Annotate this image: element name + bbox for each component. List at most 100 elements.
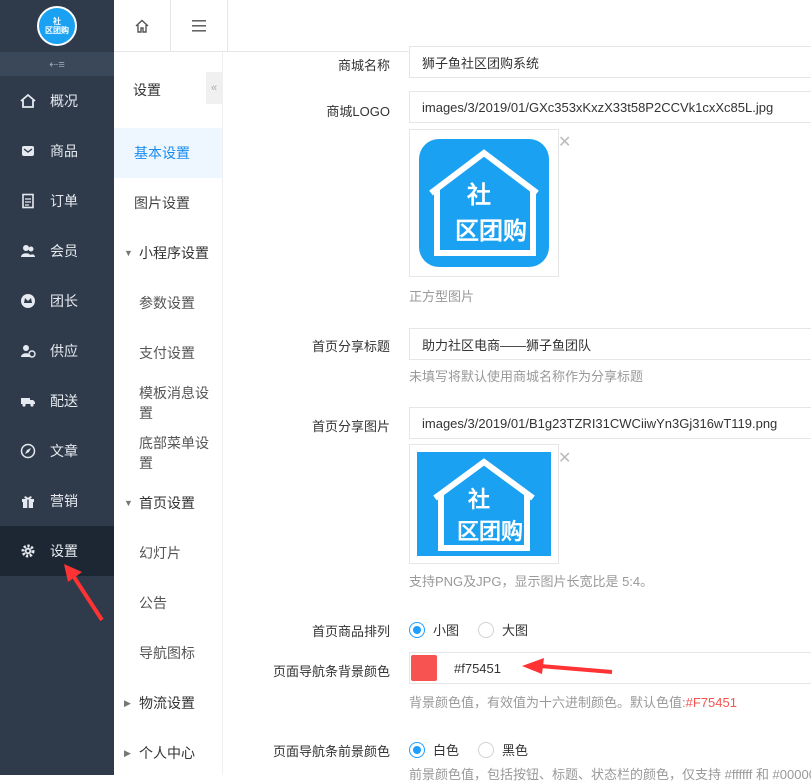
sidebar-item-label: 订单 xyxy=(50,193,78,209)
nav-fg-black-radio[interactable]: 黑色 xyxy=(478,740,528,759)
top-bar xyxy=(114,0,811,52)
goods-icon xyxy=(20,143,36,159)
sidebar-item-8[interactable]: 营销 xyxy=(0,476,114,526)
radio-checked-icon xyxy=(409,621,425,638)
sidebar-item-2[interactable]: 订单 xyxy=(0,176,114,226)
submenu-group-miniprogram[interactable]: ▼ 小程序设置 xyxy=(114,228,222,278)
nav-bg-color-swatch[interactable] xyxy=(411,655,437,681)
share-image-remove-icon[interactable]: ✕ xyxy=(558,448,571,468)
sidebar-item-label: 团长 xyxy=(50,293,78,309)
radio-unchecked-icon xyxy=(478,741,494,758)
submenu-fold-button[interactable]: « xyxy=(206,72,222,104)
submenu-group-personal[interactable]: ▶ 个人中心 xyxy=(114,728,222,778)
goods-layout-label: 首页商品排列 xyxy=(311,624,390,639)
logo-text-2: 区团购 xyxy=(45,26,69,35)
sidebar-item-3[interactable]: 会员 xyxy=(0,226,114,276)
nav-fg-white-radio[interactable]: 白色 xyxy=(409,740,459,759)
sidebar-item-1[interactable]: 商品 xyxy=(0,126,114,176)
share-title-help: 未填写将默认使用商城名称作为分享标题 xyxy=(409,369,644,384)
sidebar-nav: 概况商品订单会员团长供应配送文章营销设置 xyxy=(0,76,114,576)
home-button[interactable] xyxy=(114,0,171,52)
caret-down-icon: ▼ xyxy=(124,498,133,508)
share-title-input[interactable]: 助力社区电商——狮子鱼团队 xyxy=(409,328,811,360)
supplier-icon xyxy=(20,343,36,359)
settings-submenu: 设置 « 基本设置 图片设置 ▼ 小程序设置 参数设置 支付设置 模板消息设置 底… xyxy=(114,52,223,775)
hamburger-icon xyxy=(192,20,206,32)
shop-name-label: 商城名称 xyxy=(337,58,390,73)
sidebar-item-label: 设置 xyxy=(50,543,78,559)
home-icon xyxy=(135,19,149,33)
sidebar-item-0[interactable]: 概况 xyxy=(0,76,114,126)
sidebar-item-4[interactable]: 团长 xyxy=(0,276,114,326)
share-image-help: 支持PNG及JPG，显示图片长宽比是 5:4。 xyxy=(409,574,654,589)
main-sidebar: 社 区团购 ⇠≡ 概况商品订单会员团长供应配送文章营销设置 xyxy=(0,0,114,775)
nav-bg-color-help: 背景颜色值，有效值为十六进制颜色。默认色值:#F75451 xyxy=(409,695,737,710)
submenu-item-template-msg[interactable]: 模板消息设置 xyxy=(114,378,222,428)
collapse-icon: ⇠≡ xyxy=(49,58,65,71)
submenu-group-home[interactable]: ▼ 首页设置 xyxy=(114,478,222,528)
caret-right-icon: ▶ xyxy=(124,747,131,758)
share-image-text-1: 社 xyxy=(468,487,490,513)
submenu-title: 设置 « xyxy=(114,52,222,128)
order-icon xyxy=(20,193,36,209)
gift-icon xyxy=(20,493,36,509)
sidebar-item-label: 供应 xyxy=(50,343,78,359)
submenu-group-logistics[interactable]: ▶ 物流设置 xyxy=(114,678,222,728)
truck-icon xyxy=(20,393,36,409)
home-icon xyxy=(20,93,36,109)
share-image-preview: 社 区团购 xyxy=(409,444,559,564)
logo-image-text-1: 社 xyxy=(467,181,491,209)
menu-toggle-button[interactable] xyxy=(171,0,228,52)
crown-icon xyxy=(20,293,36,309)
sidebar-item-label: 商品 xyxy=(50,143,78,159)
app-logo[interactable]: 社 区团购 xyxy=(37,6,77,46)
submenu-item-picture[interactable]: 图片设置 xyxy=(114,178,222,228)
radio-checked-icon xyxy=(409,741,425,758)
share-image: 社 区团购 xyxy=(417,452,551,556)
nav-bg-color-label: 页面导航条背景颜色 xyxy=(272,664,390,679)
sidebar-item-label: 概况 xyxy=(50,93,78,109)
logo-image-text-2: 区团购 xyxy=(455,217,527,245)
logo-label: 商城LOGO xyxy=(326,104,390,119)
submenu-item-slides[interactable]: 幻灯片 xyxy=(114,528,222,578)
submenu-item-basic[interactable]: 基本设置 xyxy=(114,128,222,178)
nav-fg-color-label: 页面导航条前景颜色 xyxy=(272,744,390,759)
submenu-item-payment[interactable]: 支付设置 xyxy=(114,328,222,378)
sidebar-item-9[interactable]: 设置 xyxy=(0,526,114,576)
nav-bg-color-input[interactable]: #f75451 xyxy=(409,652,811,684)
logo-image: 社 区团购 xyxy=(419,139,549,267)
logo-help: 正方型图片 xyxy=(409,289,475,304)
gear-icon xyxy=(20,543,36,559)
logo-area: 社 区团购 xyxy=(0,0,114,52)
submenu-item-params[interactable]: 参数设置 xyxy=(114,278,222,328)
shop-name-input[interactable]: 狮子鱼社区团购系统 xyxy=(409,46,811,78)
logo-remove-icon[interactable]: ✕ xyxy=(558,132,571,152)
logo-text-1: 社 xyxy=(53,17,61,26)
sidebar-item-label: 配送 xyxy=(50,393,78,409)
submenu-item-nav-icons[interactable]: 导航图标 xyxy=(114,628,222,678)
nav-bg-default-value: #F75451 xyxy=(685,695,737,710)
share-image-path-input[interactable]: images/3/2019/01/B1g23TZRI31CWCiiwYn3Gj3… xyxy=(409,407,811,439)
sidebar-item-6[interactable]: 配送 xyxy=(0,376,114,426)
goods-layout-big-radio[interactable]: 大图 xyxy=(478,620,528,639)
sidebar-item-7[interactable]: 文章 xyxy=(0,426,114,476)
share-title-label: 首页分享标题 xyxy=(311,339,390,354)
sidebar-collapse-toggle[interactable]: ⇠≡ xyxy=(0,52,114,76)
caret-right-icon: ▶ xyxy=(124,697,131,708)
submenu-item-notice[interactable]: 公告 xyxy=(114,578,222,628)
sidebar-item-label: 营销 xyxy=(50,493,78,509)
sidebar-item-5[interactable]: 供应 xyxy=(0,326,114,376)
goods-layout-small-radio[interactable]: 小图 xyxy=(409,620,459,639)
sidebar-item-label: 文章 xyxy=(50,443,78,459)
compass-icon xyxy=(20,443,36,459)
settings-form: 商城名称 狮子鱼社区团购系统 商城LOGO images/3/2019/01/G… xyxy=(223,46,811,782)
share-image-text-2: 区团购 xyxy=(457,519,523,545)
logo-preview: 社 区团购 xyxy=(409,129,559,277)
members-icon xyxy=(20,243,36,259)
submenu-item-bottom-menu[interactable]: 底部菜单设置 xyxy=(114,428,222,478)
nav-fg-color-help: 前景颜色值，包括按钮、标题、状态栏的颜色，仅支持 #ffffff 和 #0000… xyxy=(409,767,811,782)
caret-down-icon: ▼ xyxy=(124,248,133,258)
logo-path-input[interactable]: images/3/2019/01/GXc353xKxzX33t58P2CCVk1… xyxy=(409,91,811,123)
radio-unchecked-icon xyxy=(478,621,494,638)
sidebar-item-label: 会员 xyxy=(50,243,78,259)
